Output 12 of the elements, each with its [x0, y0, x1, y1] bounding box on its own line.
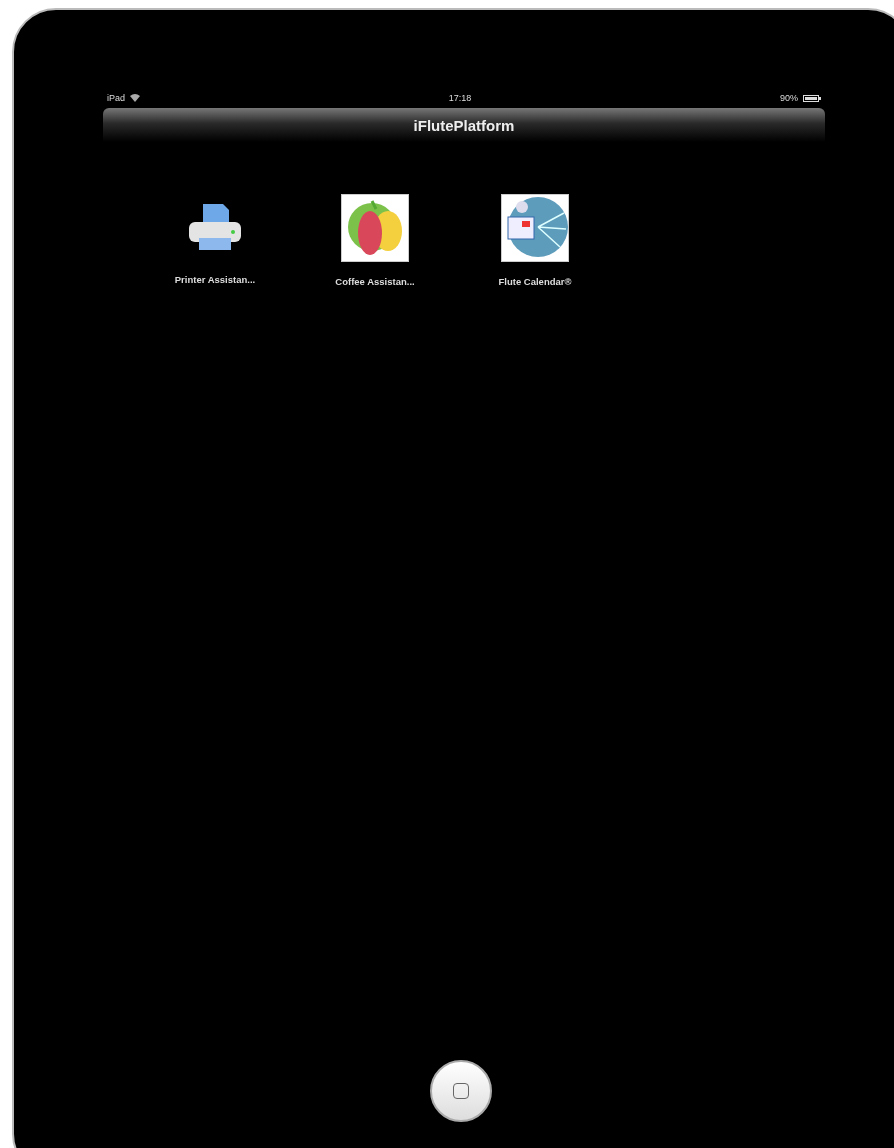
- calendar-icon[interactable]: [501, 194, 569, 262]
- battery-percentage: 90%: [780, 93, 798, 103]
- battery-icon: [803, 94, 821, 102]
- clock-label: 17:18: [448, 93, 472, 103]
- app-title: iFlutePlatform: [413, 116, 515, 134]
- app-label[interactable]: Flute Calendar®: [498, 276, 572, 287]
- app-label[interactable]: Printer Assistan...: [174, 274, 256, 285]
- carrier-label: iPad: [107, 93, 125, 103]
- square-icon: [453, 1083, 469, 1099]
- fruit-icon[interactable]: [341, 194, 409, 262]
- app-label[interactable]: Coffee Assistan...: [335, 276, 415, 287]
- wifi-icon: [130, 94, 140, 102]
